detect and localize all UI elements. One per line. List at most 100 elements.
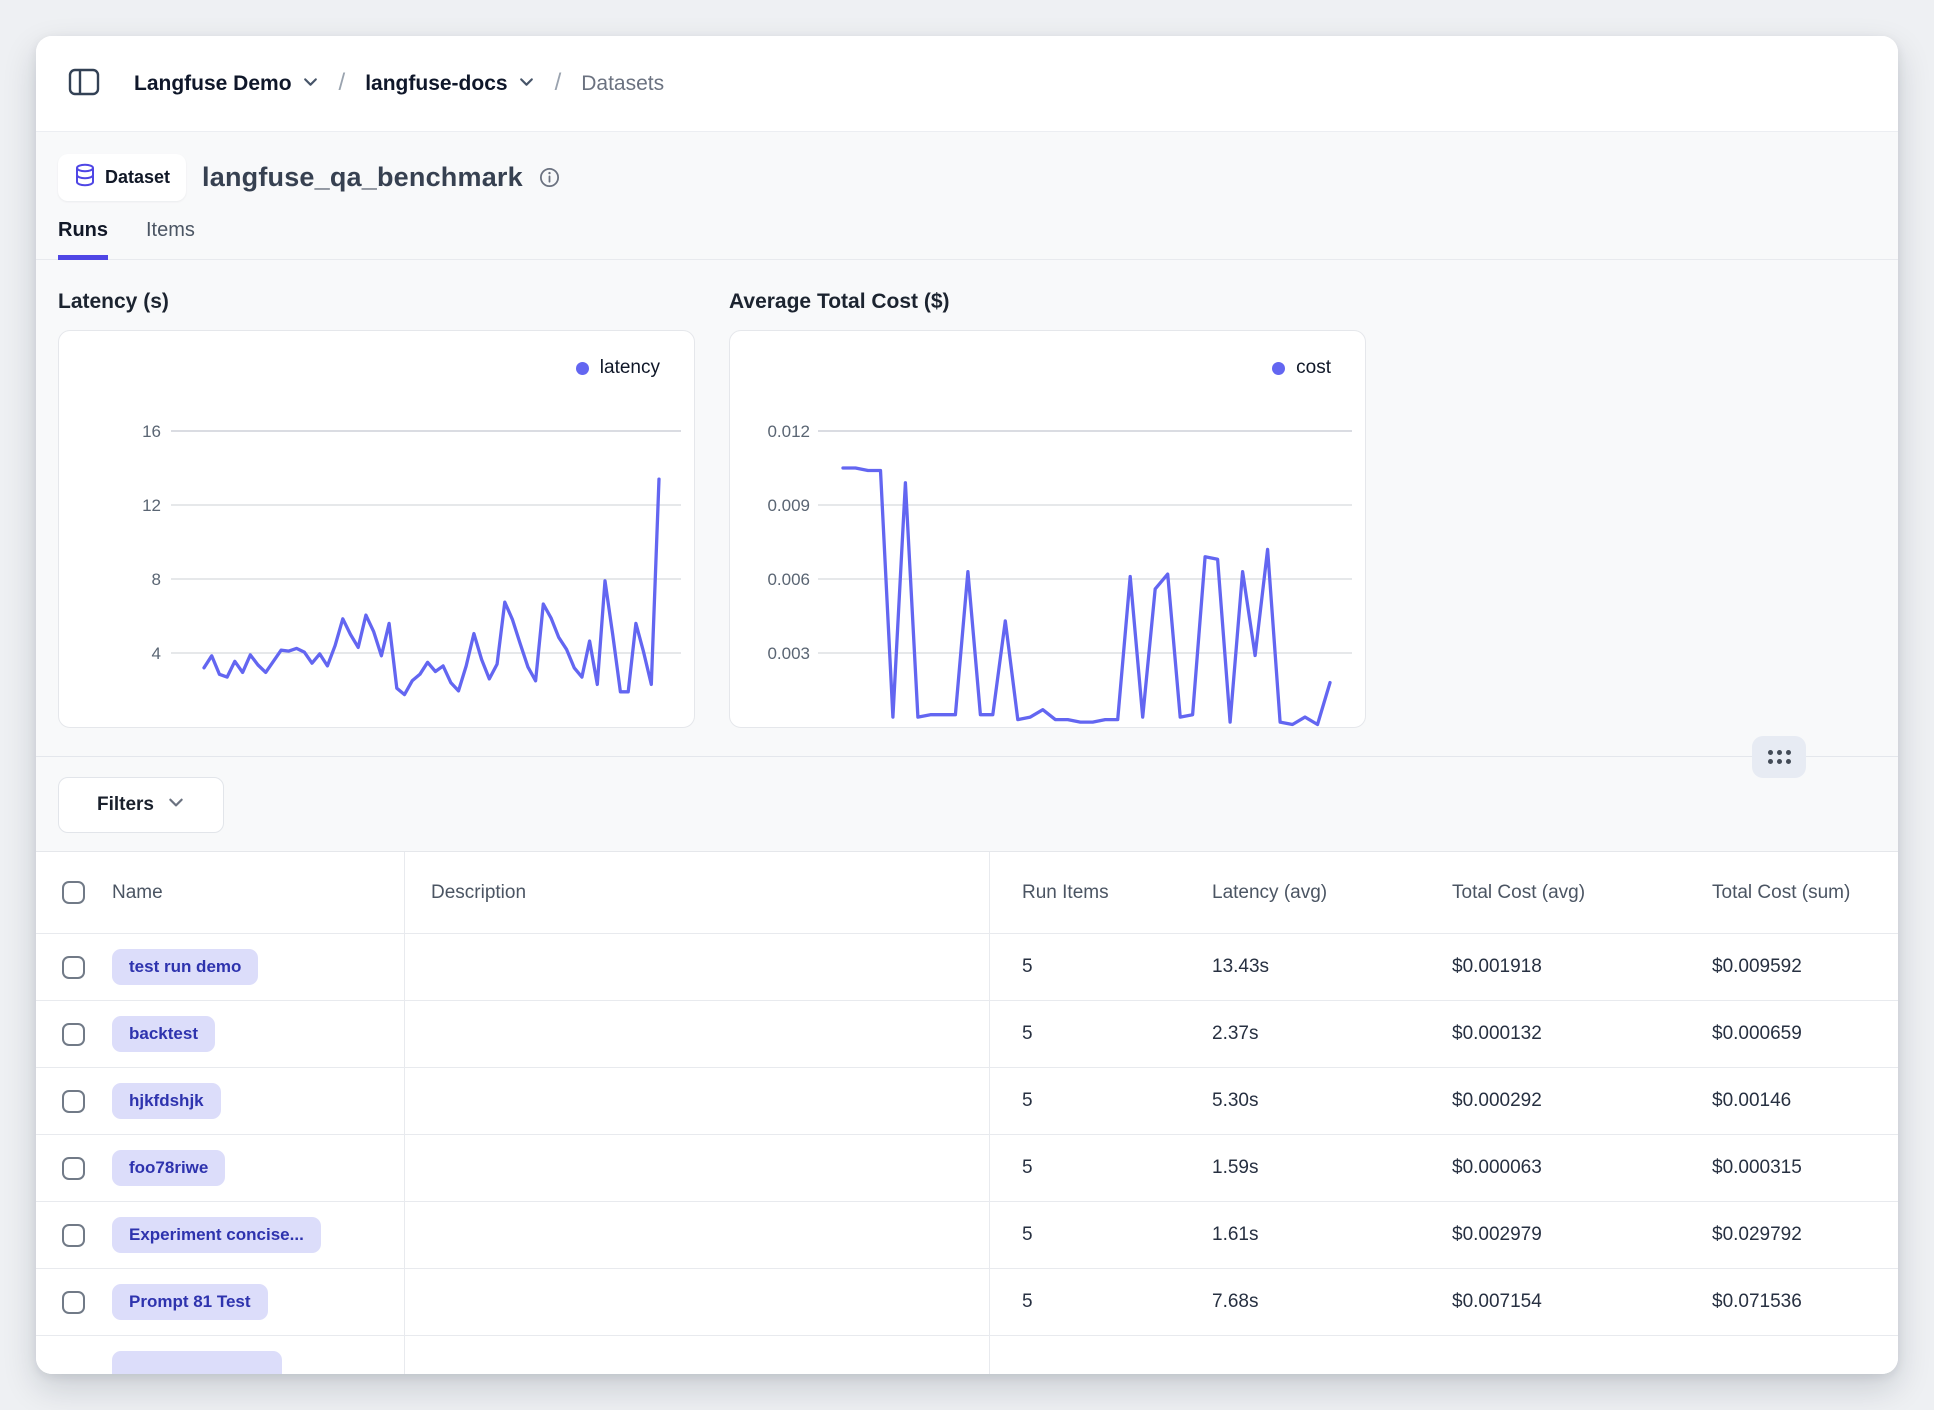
run-name-badge[interactable] [112,1351,282,1374]
legend-label: cost [1296,357,1331,379]
latency-legend[interactable]: latency [576,357,660,379]
total-cost-sum-cell: $0.029792 [1680,1202,1898,1268]
table-row-partial [36,1336,1898,1374]
row-checkbox[interactable] [62,1291,85,1314]
svg-text:0.012: 0.012 [767,422,810,441]
svg-text:16: 16 [142,422,161,441]
chevron-down-icon [167,793,185,817]
latency-avg-cell: 7.68s [1180,1269,1420,1335]
chevron-down-icon [302,72,319,96]
chevron-down-icon [518,72,535,96]
section-divider [36,756,1898,757]
cost-line-chart: 0.0120.0090.0060.003 [730,331,1367,729]
breadcrumb-org[interactable]: Langfuse Demo [134,72,319,96]
row-checkbox[interactable] [62,1157,85,1180]
cost-chart-block: Average Total Cost ($) 0.0120.0090.0060.… [729,290,1366,728]
description-cell [405,1068,990,1134]
run-name-badge[interactable]: backtest [112,1016,215,1052]
filters-button-label: Filters [97,794,154,816]
description-cell [405,1001,990,1067]
filters-row: Filters [36,757,1898,851]
total-cost-sum-cell: $0.00146 [1680,1068,1898,1134]
table-row: test run demo 5 13.43s $0.001918 $0.0095… [36,934,1898,1001]
cost-legend[interactable]: cost [1272,357,1331,379]
latency-line-chart: 161284 [59,331,696,729]
breadcrumb: Langfuse Demo / langfuse-docs / Datasets [134,70,664,98]
dataset-type-badge: Dataset [58,154,186,201]
column-header-total-cost-sum: Total Cost (sum) [1680,852,1898,933]
total-cost-sum-cell: $0.009592 [1680,934,1898,1000]
info-icon[interactable] [539,167,560,188]
table-row: Experiment concise... 5 1.61s $0.002979 … [36,1202,1898,1269]
latency-chart-block: Latency (s) 161284 latency [58,290,695,728]
cost-chart-title: Average Total Cost ($) [729,290,1366,314]
svg-text:0.003: 0.003 [767,644,810,663]
description-cell [405,1135,990,1201]
run-items-cell: 5 [990,1001,1180,1067]
select-all-checkbox[interactable] [62,881,85,904]
latency-chart-card: 161284 latency [58,330,695,728]
legend-dot-icon [576,362,589,375]
latency-avg-cell: 5.30s [1180,1068,1420,1134]
run-items-cell: 5 [990,1202,1180,1268]
column-header-description: Description [405,852,990,933]
dataset-title-row: Dataset langfuse_qa_benchmark [58,154,1876,201]
row-checkbox[interactable] [62,1023,85,1046]
run-name-badge[interactable]: hjkfdshjk [112,1083,221,1119]
charts-section: Latency (s) 161284 latency Average Total… [36,260,1898,728]
total-cost-sum-cell: $0.000315 [1680,1135,1898,1201]
total-cost-sum-cell: $0.000659 [1680,1001,1898,1067]
breadcrumb-project-label: langfuse-docs [365,72,507,96]
latency-chart-title: Latency (s) [58,290,695,314]
resize-grip-handle[interactable] [1752,736,1806,778]
table-row: foo78riwe 5 1.59s $0.000063 $0.000315 [36,1135,1898,1202]
row-checkbox[interactable] [62,1090,85,1113]
tab-bar: Runs Items [36,219,1898,260]
grip-dots-icon [1768,750,1791,764]
database-icon [74,163,96,192]
total-cost-avg-cell: $0.000292 [1420,1068,1680,1134]
run-items-cell: 5 [990,1068,1180,1134]
latency-avg-cell: 13.43s [1180,934,1420,1000]
total-cost-avg-cell: $0.001918 [1420,934,1680,1000]
app-window: Langfuse Demo / langfuse-docs / Datasets [36,36,1898,1374]
tab-runs[interactable]: Runs [58,219,108,260]
filters-button[interactable]: Filters [58,777,224,833]
table-row: backtest 5 2.37s $0.000132 $0.000659 [36,1001,1898,1068]
description-cell [405,934,990,1000]
latency-avg-cell: 1.59s [1180,1135,1420,1201]
total-cost-sum-cell: $0.071536 [1680,1269,1898,1335]
table-row: hjkfdshjk 5 5.30s $0.000292 $0.00146 [36,1068,1898,1135]
run-name-badge[interactable]: Experiment concise... [112,1217,321,1253]
tab-items[interactable]: Items [146,219,195,260]
legend-dot-icon [1272,362,1285,375]
run-name-badge[interactable]: Prompt 81 Test [112,1284,268,1320]
legend-label: latency [600,357,660,379]
run-items-cell: 5 [990,1269,1180,1335]
breadcrumb-org-label: Langfuse Demo [134,72,292,96]
cost-chart-card: 0.0120.0090.0060.003 cost [729,330,1366,728]
column-header-total-cost-avg: Total Cost (avg) [1420,852,1680,933]
run-name-badge[interactable]: test run demo [112,949,258,985]
run-name-badge[interactable]: foo78riwe [112,1150,225,1186]
sidebar-panel-icon [68,68,100,99]
breadcrumb-datasets-label: Datasets [581,72,664,96]
svg-text:0.009: 0.009 [767,496,810,515]
table-row: Prompt 81 Test 5 7.68s $0.007154 $0.0715… [36,1269,1898,1336]
page: Langfuse Demo / langfuse-docs / Datasets [0,0,1934,1410]
breadcrumb-datasets[interactable]: Datasets [581,72,664,96]
description-cell [405,1269,990,1335]
page-title: langfuse_qa_benchmark [202,162,523,193]
column-header-run-items: Run Items [990,852,1180,933]
total-cost-avg-cell: $0.000132 [1420,1001,1680,1067]
latency-avg-cell: 1.61s [1180,1202,1420,1268]
sidebar-toggle-button[interactable] [62,62,106,106]
main-content: Dataset langfuse_qa_benchmark Runs Items [36,132,1898,1374]
top-bar: Langfuse Demo / langfuse-docs / Datasets [36,36,1898,132]
svg-text:12: 12 [142,496,161,515]
breadcrumb-separator: / [555,69,562,97]
breadcrumb-separator: / [339,69,346,97]
breadcrumb-project[interactable]: langfuse-docs [365,72,534,96]
row-checkbox[interactable] [62,956,85,979]
row-checkbox[interactable] [62,1224,85,1247]
